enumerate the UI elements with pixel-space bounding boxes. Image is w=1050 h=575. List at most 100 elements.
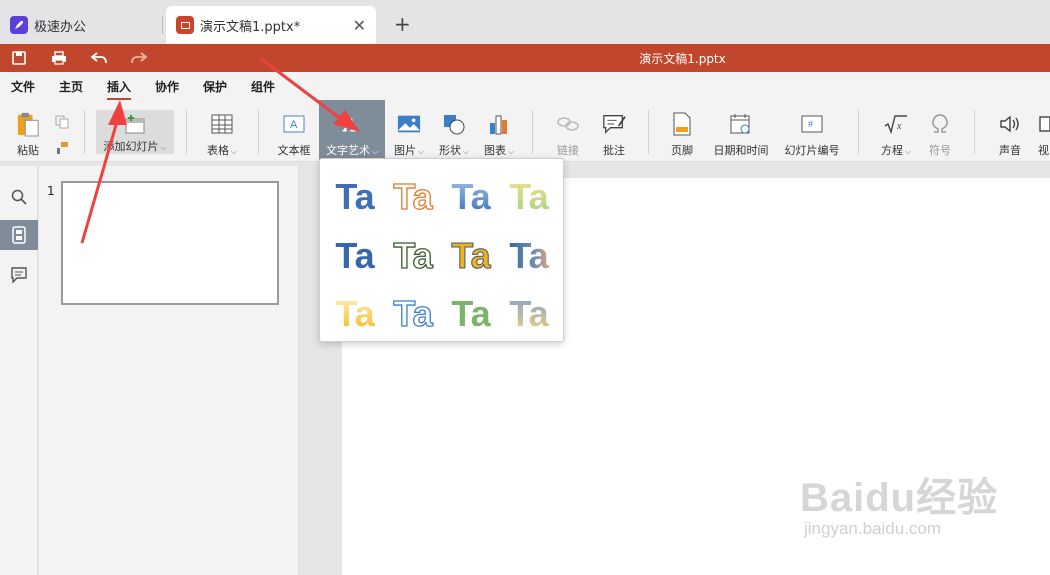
wordart-style-6[interactable]: Ta — [393, 234, 435, 276]
chart-icon — [487, 112, 511, 136]
symbol-button[interactable]: 符号 — [922, 100, 958, 160]
svg-text:A: A — [290, 119, 298, 131]
equation-label: 方程 — [880, 144, 903, 157]
slide-number: 1 — [47, 184, 55, 198]
audio-button[interactable]: 声音 — [990, 100, 1030, 160]
ribbon-divider — [84, 110, 85, 154]
tab-document-label: 演示文稿1.pptx* — [200, 19, 301, 35]
footer-icon — [670, 112, 694, 136]
watermark-logo: Baidu经验 — [800, 476, 999, 520]
wordart-style-1[interactable]: Ta — [335, 176, 375, 217]
audio-label: 声音 — [999, 144, 1021, 157]
speaker-icon — [998, 112, 1022, 136]
slides-panel: 1 — [39, 166, 299, 575]
wordart-style-7[interactable]: Ta — [451, 235, 492, 277]
ribbon-divider — [258, 110, 259, 154]
comment-label: 批注 — [603, 144, 625, 157]
slide-thumbnail[interactable] — [61, 181, 279, 305]
comment-button[interactable]: 批注 — [594, 100, 634, 160]
wordart-label: 文字艺术 — [325, 144, 370, 157]
comments-icon[interactable] — [0, 260, 38, 290]
picture-label: 图片 — [393, 144, 416, 157]
wordart-style-11[interactable]: Ta — [451, 293, 491, 334]
new-tab-button[interactable]: + — [394, 12, 411, 36]
ribbon-divider — [186, 110, 187, 154]
table-label: 表格 — [206, 144, 229, 157]
wordart-button[interactable]: A 文字艺术 ⌵ — [319, 100, 385, 160]
wordart-style-10[interactable]: Ta — [393, 292, 435, 334]
menu-file[interactable]: 文件 — [11, 78, 35, 95]
copy-button[interactable] — [50, 100, 74, 160]
textbox-label: 文本框 — [277, 144, 311, 157]
menu-protect[interactable]: 保护 — [203, 78, 227, 95]
presentation-icon — [176, 16, 194, 34]
menu-collaborate[interactable]: 协作 — [155, 78, 179, 95]
wordart-style-2[interactable]: Ta — [393, 175, 435, 217]
ribbon-toolbar: 粘贴 添加幻灯片 ⌵ 表格 ⌵ A 文本框 A 文字艺术 ⌵ 图片 ⌵ 形状 ⌵… — [0, 100, 1050, 162]
left-rail — [0, 166, 38, 575]
menu-components[interactable]: 组件 — [251, 78, 275, 95]
picture-button[interactable]: 图片 ⌵ — [388, 100, 430, 160]
video-button[interactable]: 视 — [1038, 100, 1050, 160]
datetime-button[interactable]: 日期和时间 — [710, 100, 772, 160]
tab-home-label: 极速办公 — [34, 19, 87, 35]
wordart-style-5[interactable]: Ta — [335, 235, 375, 276]
ribbon-divider — [532, 110, 533, 154]
wordart-icon: A — [340, 112, 364, 136]
svg-text:#: # — [808, 119, 813, 129]
slide-number-label: 幻灯片编号 — [784, 144, 840, 157]
slide-number-button[interactable]: # 幻灯片编号 — [782, 100, 842, 160]
title-bar: 演示文稿1.pptx — [0, 44, 1050, 72]
add-slide-icon — [123, 112, 147, 136]
wordart-style-3[interactable]: Ta — [451, 176, 491, 217]
textbox-icon: A — [282, 112, 306, 136]
format-painter-icon[interactable] — [50, 136, 74, 160]
slides-view-icon[interactable] — [0, 220, 38, 250]
textbox-button[interactable]: A 文本框 — [272, 100, 316, 160]
tab-bar: 极速办公 演示文稿1.pptx* ✕ + — [0, 0, 1050, 44]
chevron-down-icon: ⌵ — [507, 147, 515, 156]
link-icon — [556, 112, 580, 136]
wordart-style-12[interactable]: Ta — [509, 293, 549, 334]
tab-home[interactable]: 极速办公 — [0, 6, 160, 44]
chevron-down-icon: ⌵ — [462, 147, 470, 156]
menu-bar: 文件 主页 插入 协作 保护 组件 — [0, 72, 1050, 100]
chevron-down-icon: ⌵ — [417, 147, 425, 156]
shape-icon — [442, 112, 466, 136]
wordart-gallery: Ta Ta Ta Ta Ta Ta Ta Ta Ta Ta Ta Ta — [319, 158, 564, 342]
video-icon — [1038, 112, 1050, 136]
menu-insert[interactable]: 插入 — [107, 78, 132, 100]
tab-document[interactable]: 演示文稿1.pptx* ✕ — [166, 6, 376, 44]
ribbon-divider — [858, 110, 859, 154]
clipboard-icon — [16, 112, 40, 137]
menu-home[interactable]: 主页 — [59, 78, 83, 95]
table-button[interactable]: 表格 ⌵ — [200, 100, 244, 160]
chart-button[interactable]: 图表 ⌵ — [478, 100, 520, 160]
symbol-label: 符号 — [929, 144, 951, 157]
table-icon — [210, 112, 234, 136]
slide-number-icon: # — [800, 112, 824, 136]
chevron-down-icon: ⌵ — [160, 143, 167, 152]
rocket-icon — [10, 16, 28, 34]
add-slide-button[interactable]: 添加幻灯片 ⌵ — [96, 110, 174, 154]
wordart-style-8[interactable]: Ta — [509, 235, 549, 276]
search-icon[interactable] — [0, 182, 38, 212]
paste-label: 粘贴 — [17, 144, 39, 157]
chevron-down-icon: ⌵ — [371, 147, 379, 156]
footer-button[interactable]: 页脚 — [664, 100, 700, 160]
link-button[interactable]: 链接 — [548, 100, 588, 160]
wordart-style-9[interactable]: Ta — [335, 293, 375, 334]
equation-button[interactable]: x 方程 ⌵ — [874, 100, 918, 160]
svg-text:x: x — [896, 121, 902, 132]
wordart-style-4[interactable]: Ta — [509, 176, 549, 217]
shape-button[interactable]: 形状 ⌵ — [434, 100, 474, 160]
calendar-icon — [729, 112, 753, 136]
chevron-down-icon: ⌵ — [230, 147, 238, 156]
svg-text:A: A — [343, 115, 356, 134]
watermark: Baidu经验 jingyan.baidu.com — [800, 465, 1010, 555]
comment-icon — [602, 112, 626, 136]
document-title: 演示文稿1.pptx — [639, 52, 726, 66]
paste-button[interactable]: 粘贴 — [10, 100, 46, 160]
close-tab-icon[interactable]: ✕ — [353, 16, 366, 35]
tab-divider — [162, 16, 163, 34]
